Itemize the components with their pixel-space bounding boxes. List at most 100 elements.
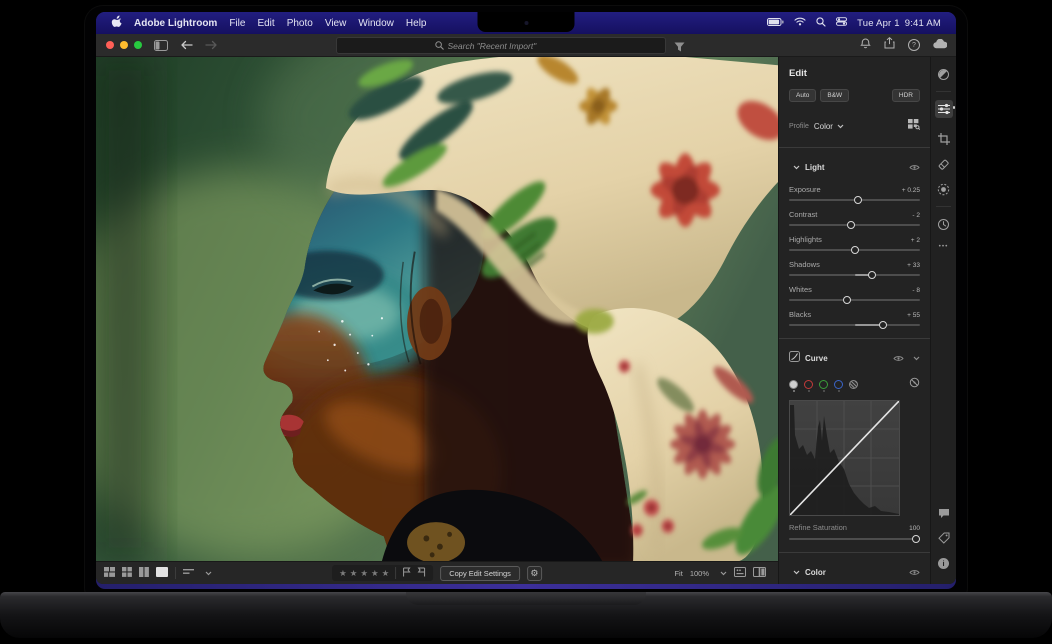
settings-gear-icon[interactable]: ⚙ [527,566,542,581]
curve-channel-parametric[interactable] [849,380,858,389]
square-grid-view-icon[interactable] [122,567,132,579]
menu-help[interactable]: Help [406,18,427,29]
slider-handle[interactable] [847,221,855,229]
slider-handle[interactable] [879,321,887,329]
curve-section-header[interactable]: Curve [789,349,920,367]
menu-edit[interactable]: Edit [257,18,274,29]
keyword-tag-icon[interactable] [935,529,953,547]
photo-grid-view-icon[interactable] [104,567,115,579]
star-icon[interactable]: ★ [360,569,368,578]
star-icon[interactable]: ★ [350,569,358,578]
spotlight-search-icon[interactable] [816,17,826,30]
sort-chevron-icon[interactable] [205,571,212,576]
slider-track[interactable] [789,249,920,251]
pick-flag-icon[interactable] [402,567,411,579]
chevron-down-icon [793,165,800,170]
detail-view-icon[interactable] [156,567,168,579]
curve-visibility-eye-icon[interactable] [893,349,904,367]
slider-track[interactable] [789,224,920,226]
star-icon[interactable]: ★ [371,569,379,578]
slider-track[interactable] [789,299,920,301]
curve-channel-blue[interactable] [834,380,843,389]
versions-history-icon[interactable] [935,215,953,233]
control-center-icon[interactable] [836,17,847,29]
quick-edit-buttons: Auto B&W HDR [789,89,920,102]
refine-saturation-row: Refine Saturation 100 [789,523,920,532]
menubar-app-name[interactable]: Adobe Lightroom [134,18,217,29]
star-icon[interactable]: ★ [339,569,347,578]
minimize-button[interactable] [120,41,128,49]
cloud-sync-icon[interactable] [933,36,947,54]
slider-handle[interactable] [854,196,862,204]
color-section-header[interactable]: Color [789,563,920,581]
crop-icon[interactable] [935,130,953,148]
compare-view-icon[interactable] [139,567,149,579]
slider-handle[interactable] [912,535,920,543]
search-input[interactable] [448,41,568,51]
edit-sliders-icon[interactable] [935,100,953,118]
star-rating[interactable]: ★ ★ ★ ★ ★ [339,569,389,578]
curve-channel-red[interactable] [804,380,813,389]
auto-button[interactable]: Auto [789,89,816,102]
slider-track[interactable] [789,274,920,276]
menubar-clock[interactable]: Tue Apr 1 9:41 AM [857,18,941,29]
light-section-header[interactable]: Light [789,158,920,176]
slider-handle[interactable] [851,246,859,254]
blacks-slider: Blacks+ 55 [789,310,920,326]
before-after-icon[interactable] [753,567,766,579]
camera-dot [524,21,528,25]
sidebar-toggle-icon[interactable] [154,40,168,51]
curve-target-icon[interactable] [909,375,920,393]
help-icon[interactable]: ? [908,39,920,51]
more-icon[interactable]: ••• [939,243,949,250]
comments-icon[interactable] [935,504,953,522]
slider-value: + 33 [907,262,920,269]
light-visibility-eye-icon[interactable] [909,158,920,176]
apple-menu-icon[interactable] [111,15,122,31]
star-icon[interactable]: ★ [382,569,390,578]
contrast-slider: Contrast- 2 [789,210,920,226]
back-arrow-icon[interactable] [180,40,193,50]
zoom-chevron-icon[interactable] [720,571,727,576]
profile-browser-icon[interactable] [908,117,920,135]
slider-track[interactable] [789,324,920,326]
curve-channel-all[interactable] [789,380,798,389]
battery-icon[interactable] [767,18,784,29]
menu-view[interactable]: View [325,18,347,29]
info-overlay-icon[interactable] [734,567,746,579]
masking-icon[interactable] [935,180,953,198]
filter-funnel-icon[interactable] [674,39,685,57]
remove-eraser-icon[interactable] [935,155,953,173]
color-visibility-eye-icon[interactable] [909,563,920,581]
share-icon[interactable] [884,36,895,54]
menu-file[interactable]: File [229,18,245,29]
reject-flag-icon[interactable] [417,567,426,579]
bw-button[interactable]: B&W [820,89,849,102]
menu-window[interactable]: Window [358,18,394,29]
slider-handle[interactable] [868,271,876,279]
copy-edit-settings-button[interactable]: Copy Edit Settings [440,566,520,581]
info-icon[interactable]: i [935,554,953,572]
search-field[interactable] [336,37,666,54]
photo-canvas[interactable] [96,57,778,561]
hdr-button[interactable]: HDR [892,89,920,102]
refine-saturation-track[interactable] [789,538,920,540]
chevron-down-icon[interactable] [913,356,920,361]
profile-value[interactable]: Color [814,122,833,131]
slider-track[interactable] [789,199,920,201]
zoom-button[interactable] [134,41,142,49]
wifi-icon[interactable] [794,17,806,29]
window-main: ★ ★ ★ ★ ★ [96,57,956,584]
fit-label[interactable]: Fit [674,569,682,578]
curve-channel-green[interactable] [819,380,828,389]
sort-icon[interactable] [183,568,194,578]
zoom-level[interactable]: 100% [690,569,709,578]
forward-arrow-icon[interactable] [205,40,218,50]
notifications-bell-icon[interactable] [860,36,871,54]
slider-handle[interactable] [843,296,851,304]
close-button[interactable] [106,41,114,49]
tone-curve-graph[interactable] [789,400,900,516]
menu-photo[interactable]: Photo [287,18,313,29]
profile-chevron-icon[interactable] [837,124,844,129]
tone-adjust-icon[interactable] [935,65,953,83]
